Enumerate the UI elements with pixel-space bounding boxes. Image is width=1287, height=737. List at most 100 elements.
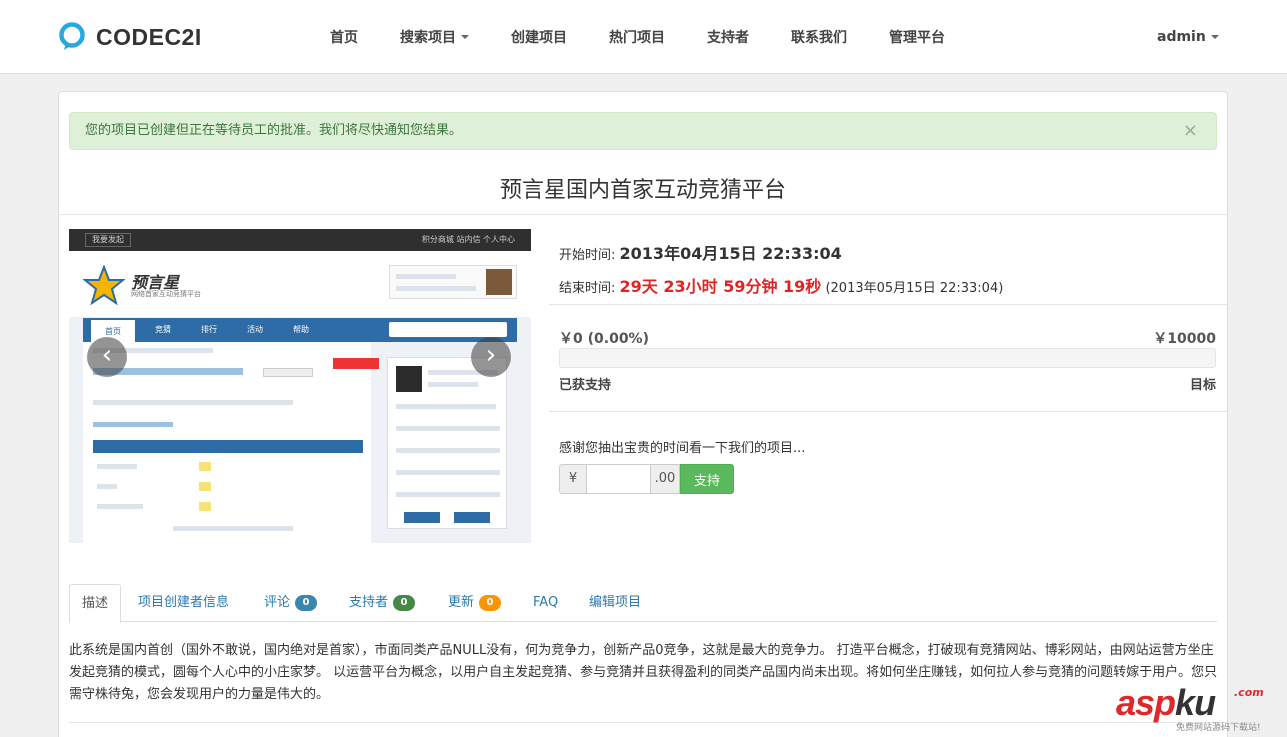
currency-addon: ¥	[559, 464, 586, 494]
alert-message: 您的项目已创建但正在等待员工的批准。我们将尽快通知您结果。	[85, 123, 463, 138]
shot-top-button: 我要发起	[85, 233, 131, 247]
project-tabs: 描述 项目创建者信息 评论 0 支持者 0 更新 0 FAQ 编辑项目	[69, 584, 1217, 623]
nav-contact[interactable]: 联系我们	[791, 27, 847, 47]
start-time-row: 开始时间: 2013年04月15日 22:33:04	[559, 240, 1003, 264]
shot-odds	[199, 462, 211, 471]
divider	[549, 411, 1227, 412]
nav-create-project[interactable]: 创建项目	[511, 27, 567, 47]
tab-creator-info[interactable]: 项目创建者信息	[138, 584, 229, 622]
user-name: admin	[1157, 29, 1206, 45]
shot-line	[93, 400, 293, 405]
shot-line	[93, 422, 173, 427]
nav-search-projects[interactable]: 搜索项目	[400, 27, 469, 47]
carousel-next-button[interactable]: ›	[471, 337, 511, 377]
main-nav: 首页 搜索项目 创建项目 热门项目 支持者 联系我们 管理平台	[330, 0, 987, 74]
shot-avatar	[486, 269, 512, 295]
shot-line	[396, 492, 500, 497]
comments-count-badge: 0	[295, 595, 318, 611]
supporters-count-badge: 0	[393, 595, 416, 611]
goal-label: 目标	[1189, 378, 1216, 393]
shot-button	[404, 512, 440, 523]
caret-down-icon	[1210, 35, 1219, 39]
caret-down-icon	[461, 35, 469, 39]
end-time-label: 结束时间:	[559, 281, 616, 296]
shot-top-links: 积分商城 站内信 个人中心	[421, 235, 515, 244]
support-amount-input[interactable]	[586, 464, 651, 494]
shot-line	[396, 470, 500, 475]
shot-topbar: 我要发起 积分商城 站内信 个人中心	[69, 229, 531, 251]
shot-line	[97, 464, 137, 469]
goal-amount: ￥10000	[1153, 331, 1216, 347]
shot-red-button	[333, 358, 379, 369]
tab-description[interactable]: 描述	[69, 584, 122, 623]
watermark-text: aspku	[1116, 682, 1216, 724]
shot-search	[389, 322, 507, 337]
support-form: ¥ .00 支持	[559, 464, 734, 494]
shot-line	[97, 484, 117, 489]
shot-odds	[199, 482, 211, 491]
logo[interactable]: CODEC2I	[58, 20, 202, 54]
logo-text: CODEC2I	[96, 23, 202, 50]
nav-supporters[interactable]: 支持者	[707, 27, 749, 47]
watermark-ku: ku	[1175, 682, 1216, 723]
shot-line	[396, 426, 500, 431]
updates-count-badge: 0	[479, 595, 502, 611]
shot-line	[396, 404, 496, 409]
project-times: 开始时间: 2013年04月15日 22:33:04 结束时间: 29天 23小…	[559, 240, 1003, 306]
decimal-addon: .00	[651, 464, 680, 494]
divider	[59, 214, 1227, 215]
shot-thumb	[396, 366, 422, 392]
tab-supporters[interactable]: 支持者 0	[349, 584, 416, 622]
shot-header: 预言星 网络首家互动竞猜平台	[69, 251, 531, 317]
watermark-logo: aspku .com 免费网站源码下载站!	[1116, 682, 1264, 733]
project-description: 此系统是国内首创（国外不敢说，国内绝对是首家），市面同类产品NULL没有，何为竞…	[69, 643, 1218, 702]
shot-line	[396, 448, 500, 453]
shot-nav-tab: 排行	[201, 325, 217, 334]
support-prompt: 感谢您抽出宝贵的时间看一下我们的项目...	[559, 441, 806, 456]
tab-updates[interactable]: 更新 0	[448, 584, 502, 622]
end-time-value: (2013年05月15日 22:33:04)	[825, 281, 1004, 296]
watermark-asp: asp	[1116, 682, 1176, 723]
nav-home[interactable]: 首页	[330, 27, 358, 47]
tab-label: 项目创建者信息	[138, 595, 230, 610]
project-image-carousel[interactable]: 我要发起 积分商城 站内信 个人中心 预言星 网络首家互动竞猜平台 首页 竞猜 …	[69, 229, 531, 543]
shot-brand-sub: 网络首家互动竞猜平台	[131, 290, 201, 298]
tab-label: 编辑项目	[589, 595, 642, 610]
raised-label: 已获支持	[559, 378, 612, 393]
pending-approval-alert: 您的项目已创建但正在等待员工的批准。我们将尽快通知您结果。 ×	[69, 112, 1217, 150]
nav-admin-platform[interactable]: 管理平台	[889, 27, 945, 47]
shot-line	[396, 274, 456, 279]
tab-label: 更新	[448, 595, 475, 610]
user-menu[interactable]: admin	[1157, 29, 1219, 45]
shot-line	[173, 526, 293, 531]
top-navbar: CODEC2I 首页 搜索项目 创建项目 热门项目 支持者 联系我们 管理平台 …	[0, 0, 1287, 74]
funding-progress-bar	[559, 348, 1216, 368]
tab-edit-project[interactable]: 编辑项目	[589, 584, 641, 622]
close-icon[interactable]: ×	[1183, 113, 1198, 149]
watermark-com: .com	[1234, 686, 1264, 699]
carousel-prev-button[interactable]: ‹	[87, 337, 127, 377]
support-button[interactable]: 支持	[680, 464, 734, 494]
shot-line	[396, 286, 476, 291]
shot-line	[97, 504, 143, 509]
shot-table-header	[93, 440, 363, 453]
shot-nav: 首页 竞猜 排行 活动 帮助	[83, 318, 517, 342]
shot-odds	[199, 502, 211, 511]
shot-line	[263, 368, 313, 377]
shot-userbox	[389, 265, 517, 299]
chat-bubble-icon	[58, 22, 88, 52]
shot-nav-tab: 帮助	[293, 325, 309, 334]
watermark-sub: 免费网站源码下载站!	[1176, 723, 1261, 733]
shot-button	[454, 512, 490, 523]
raised-amount: ￥0 (0.00%)	[559, 331, 649, 347]
tab-comments[interactable]: 评论 0	[264, 584, 318, 622]
start-time-value: 2013年04月15日 22:33:04	[619, 244, 842, 263]
project-panel: 您的项目已创建但正在等待员工的批准。我们将尽快通知您结果。 × 预言星国内首家互…	[58, 91, 1228, 737]
end-time-row: 结束时间: 29天 23小时 59分钟 19秒 (2013年05月15日 22:…	[559, 273, 1003, 297]
nav-hot-projects[interactable]: 热门项目	[609, 27, 665, 47]
tab-label: FAQ	[533, 595, 559, 610]
tab-faq[interactable]: FAQ	[533, 584, 558, 622]
nav-search-label: 搜索项目	[400, 30, 456, 46]
shot-nav-tab: 竞猜	[155, 325, 171, 334]
tab-label: 描述	[82, 595, 109, 611]
